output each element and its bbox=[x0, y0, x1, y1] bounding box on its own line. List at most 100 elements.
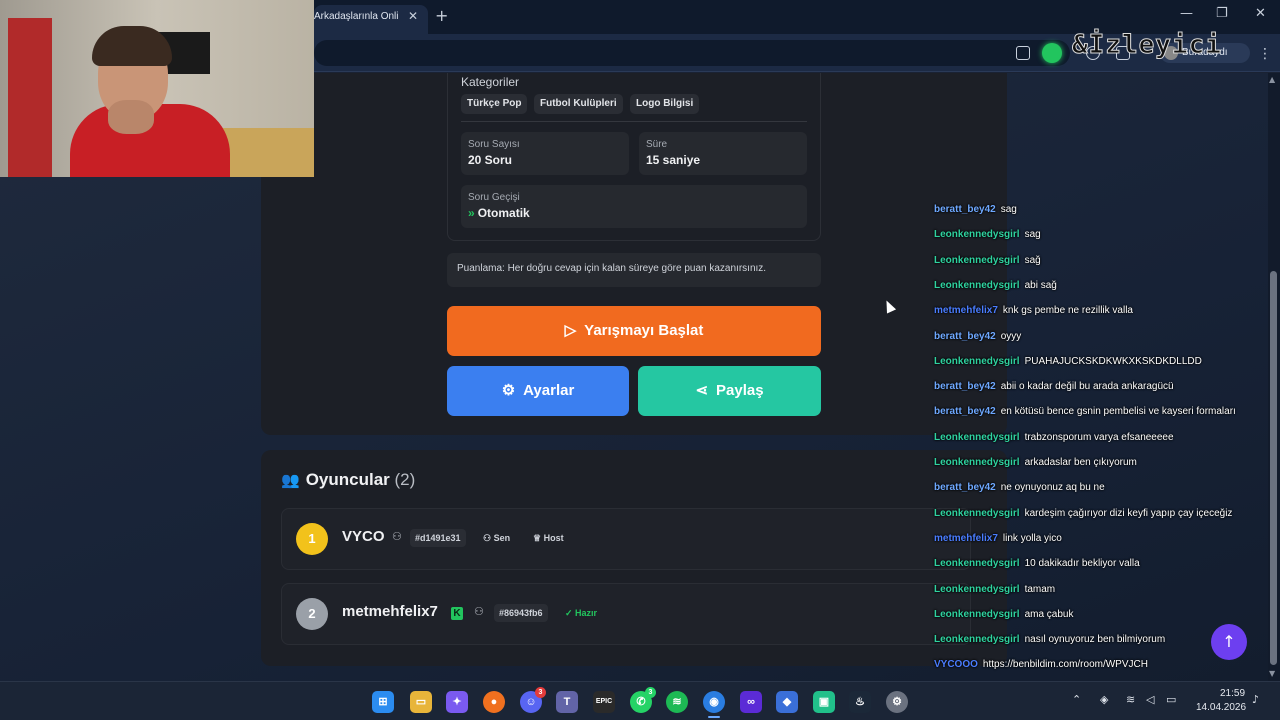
scroll-up-icon[interactable]: ▲ bbox=[1269, 75, 1275, 84]
chat-username: beratt_bey42 bbox=[934, 482, 996, 493]
minimize-icon[interactable]: — bbox=[1180, 6, 1193, 21]
chat-text: sag bbox=[1024, 229, 1041, 240]
teams-icon[interactable]: T bbox=[556, 691, 578, 713]
player-id: #d1491e31 bbox=[410, 529, 466, 547]
chat-message: Leonkennedysgirl kardeşim çağırıyor dizi … bbox=[934, 508, 1232, 519]
chat-username: metmehfelix7 bbox=[934, 533, 998, 544]
address-bar[interactable] bbox=[314, 40, 1070, 66]
chat-text: knk gs pembe ne rezillik valla bbox=[1002, 305, 1133, 316]
player-name: metmehfelix7 bbox=[342, 603, 438, 620]
duration-label: Süre bbox=[646, 139, 668, 150]
kick-badge-icon: K bbox=[451, 607, 463, 620]
chat-message: beratt_bey42 oyyy bbox=[934, 331, 1021, 342]
scroll-to-top-button[interactable]: ↑ bbox=[1211, 624, 1247, 660]
chat-text: PUAHAJUCKSKDKWKXKSKDKDLLDD bbox=[1024, 356, 1202, 367]
settings-button[interactable]: ⚙ Ayarlar bbox=[447, 366, 629, 416]
tray-app-icon[interactable]: ◈ bbox=[1100, 693, 1108, 706]
chat-message: Leonkennedysgirl abi sağ bbox=[934, 280, 1057, 291]
active-app-indicator bbox=[708, 716, 720, 718]
stream-overlay-text: &İzleyici bbox=[1072, 30, 1222, 61]
whatsapp-badge: 3 bbox=[645, 687, 656, 698]
categories-title: Kategoriler bbox=[461, 75, 520, 89]
tab-close-icon[interactable]: ✕ bbox=[408, 9, 418, 23]
cast-icon[interactable] bbox=[1016, 46, 1030, 60]
chat-text: trabzonsporum varya efsaneeeee bbox=[1024, 432, 1174, 443]
chat-message: beratt_bey42 sag bbox=[934, 204, 1017, 215]
tray-chevron-icon[interactable]: ⌃ bbox=[1072, 693, 1081, 706]
chat-username: beratt_bey42 bbox=[934, 406, 996, 417]
share-button[interactable]: ⋖ Paylaş bbox=[638, 366, 821, 416]
discord-icon[interactable]: ☺ 3 bbox=[520, 687, 546, 713]
visual-studio-icon[interactable]: ∞ bbox=[740, 691, 762, 713]
ready-label: Hazır bbox=[575, 608, 598, 618]
network-app-icon[interactable]: ◆ bbox=[776, 691, 798, 713]
chat-message: beratt_bey42 abii o kadar değil bu arada … bbox=[934, 381, 1174, 392]
players-title-text: Oyuncular bbox=[305, 470, 390, 489]
epic-games-icon[interactable]: EPIC bbox=[593, 691, 615, 713]
double-chevron-right-icon: » bbox=[468, 206, 475, 220]
ready-status: ✓ Hazır bbox=[560, 604, 602, 622]
taskbar: ⊞ ▭ ✦ ● ☺ 3 T EPIC ✆ 3 ≋ ◉ ∞ ◆ ▣ ♨ ⚙ ⌃ ◈ ≋… bbox=[0, 681, 1280, 720]
notification-bell-icon[interactable]: ♪ bbox=[1252, 693, 1259, 706]
chat-message: Leonkennedysgirl tamam bbox=[934, 584, 1055, 595]
spotify-icon[interactable]: ≋ bbox=[666, 691, 688, 713]
chat-message: Leonkennedysgirl ama çabuk bbox=[934, 609, 1074, 620]
chat-text: abii o kadar değil bu arada ankaragücü bbox=[1000, 381, 1174, 392]
clock-time[interactable]: 21:59 bbox=[1220, 688, 1245, 699]
chat-username: Leonkennedysgirl bbox=[934, 356, 1020, 367]
user-icon: ⚇ bbox=[392, 530, 402, 543]
wifi-icon[interactable]: ≋ bbox=[1126, 693, 1135, 706]
duration-value: 15 saniye bbox=[646, 153, 701, 167]
divider bbox=[461, 121, 807, 122]
crown-icon: ♕ bbox=[533, 533, 544, 543]
volume-icon[interactable]: ◁ bbox=[1146, 693, 1154, 706]
battery-icon[interactable]: ▭ bbox=[1166, 693, 1176, 706]
page-scrollbar[interactable]: ▲ ▼ bbox=[1268, 73, 1280, 681]
whatsapp-icon[interactable]: ✆ 3 bbox=[630, 687, 656, 713]
chat-message: beratt_bey42 ne oynuyonuz aq bu ne bbox=[934, 482, 1105, 493]
players-title: 👥 Oyuncular (2) bbox=[281, 470, 415, 490]
menu-kebab-icon[interactable]: ⋮ bbox=[1258, 46, 1272, 62]
users-icon: 👥 bbox=[281, 472, 300, 489]
play-icon: ▷ bbox=[564, 322, 577, 339]
chat-username: Leonkennedysgirl bbox=[934, 457, 1020, 468]
chat-username: Leonkennedysgirl bbox=[934, 432, 1020, 443]
host-tag: ♕ Host bbox=[528, 529, 569, 547]
chat-username: Leonkennedysgirl bbox=[934, 508, 1020, 519]
player-row: 2 metmehfelix7 K ⚇ #86943fb6 ✓ Hazır bbox=[281, 583, 971, 645]
gear-icon: ⚙ bbox=[501, 382, 516, 399]
steam-icon[interactable]: ♨ bbox=[849, 691, 871, 713]
chat-username: metmehfelix7 bbox=[934, 305, 998, 316]
webcam-overlay bbox=[0, 0, 314, 177]
settings-label: Ayarlar bbox=[523, 382, 575, 399]
game-app-icon[interactable]: ▣ bbox=[813, 691, 835, 713]
chrome-icon[interactable]: ◉ bbox=[703, 691, 725, 713]
file-explorer-icon[interactable]: ▭ bbox=[410, 691, 432, 713]
self-tag: ⚇ Sen bbox=[478, 529, 515, 547]
webcam-person-hand bbox=[108, 100, 154, 134]
scroll-thumb[interactable] bbox=[1270, 271, 1277, 665]
scroll-down-icon[interactable]: ▼ bbox=[1269, 669, 1275, 678]
firefox-icon[interactable]: ● bbox=[483, 691, 505, 713]
chat-text: nasıl oynuyoruz ben bilmiyorum bbox=[1024, 634, 1166, 645]
restore-icon[interactable]: ❐ bbox=[1216, 6, 1228, 21]
settings-app-icon[interactable]: ⚙ bbox=[886, 691, 908, 713]
extension-status-icon[interactable] bbox=[1042, 43, 1062, 63]
check-circle-icon: ✓ bbox=[565, 608, 576, 618]
chat-text: kardeşim çağırıyor dizi keyfi yapıp çay … bbox=[1024, 508, 1233, 519]
new-tab-icon[interactable]: + bbox=[435, 6, 448, 25]
player-rank: 1 bbox=[296, 523, 328, 555]
chat-text: ne oynuyonuz aq bu ne bbox=[1000, 482, 1105, 493]
clock-date[interactable]: 14.04.2026 bbox=[1196, 702, 1246, 713]
chat-username: beratt_bey42 bbox=[934, 204, 996, 215]
browser-tab[interactable]: Arkadaşlarınla Onli ✕ bbox=[314, 5, 428, 34]
user-settings-icon[interactable]: ⚇ bbox=[474, 605, 484, 618]
chat-text: sag bbox=[1000, 204, 1017, 215]
close-window-icon[interactable]: ✕ bbox=[1255, 6, 1266, 21]
chat-username: Leonkennedysgirl bbox=[934, 609, 1020, 620]
chat-text: ama çabuk bbox=[1024, 609, 1074, 620]
windows-start-icon[interactable]: ⊞ bbox=[372, 691, 394, 713]
start-game-button[interactable]: ▷ Yarışmayı Başlat bbox=[447, 306, 821, 356]
webcam-cabinet bbox=[8, 18, 52, 177]
copilot-icon[interactable]: ✦ bbox=[446, 691, 468, 713]
